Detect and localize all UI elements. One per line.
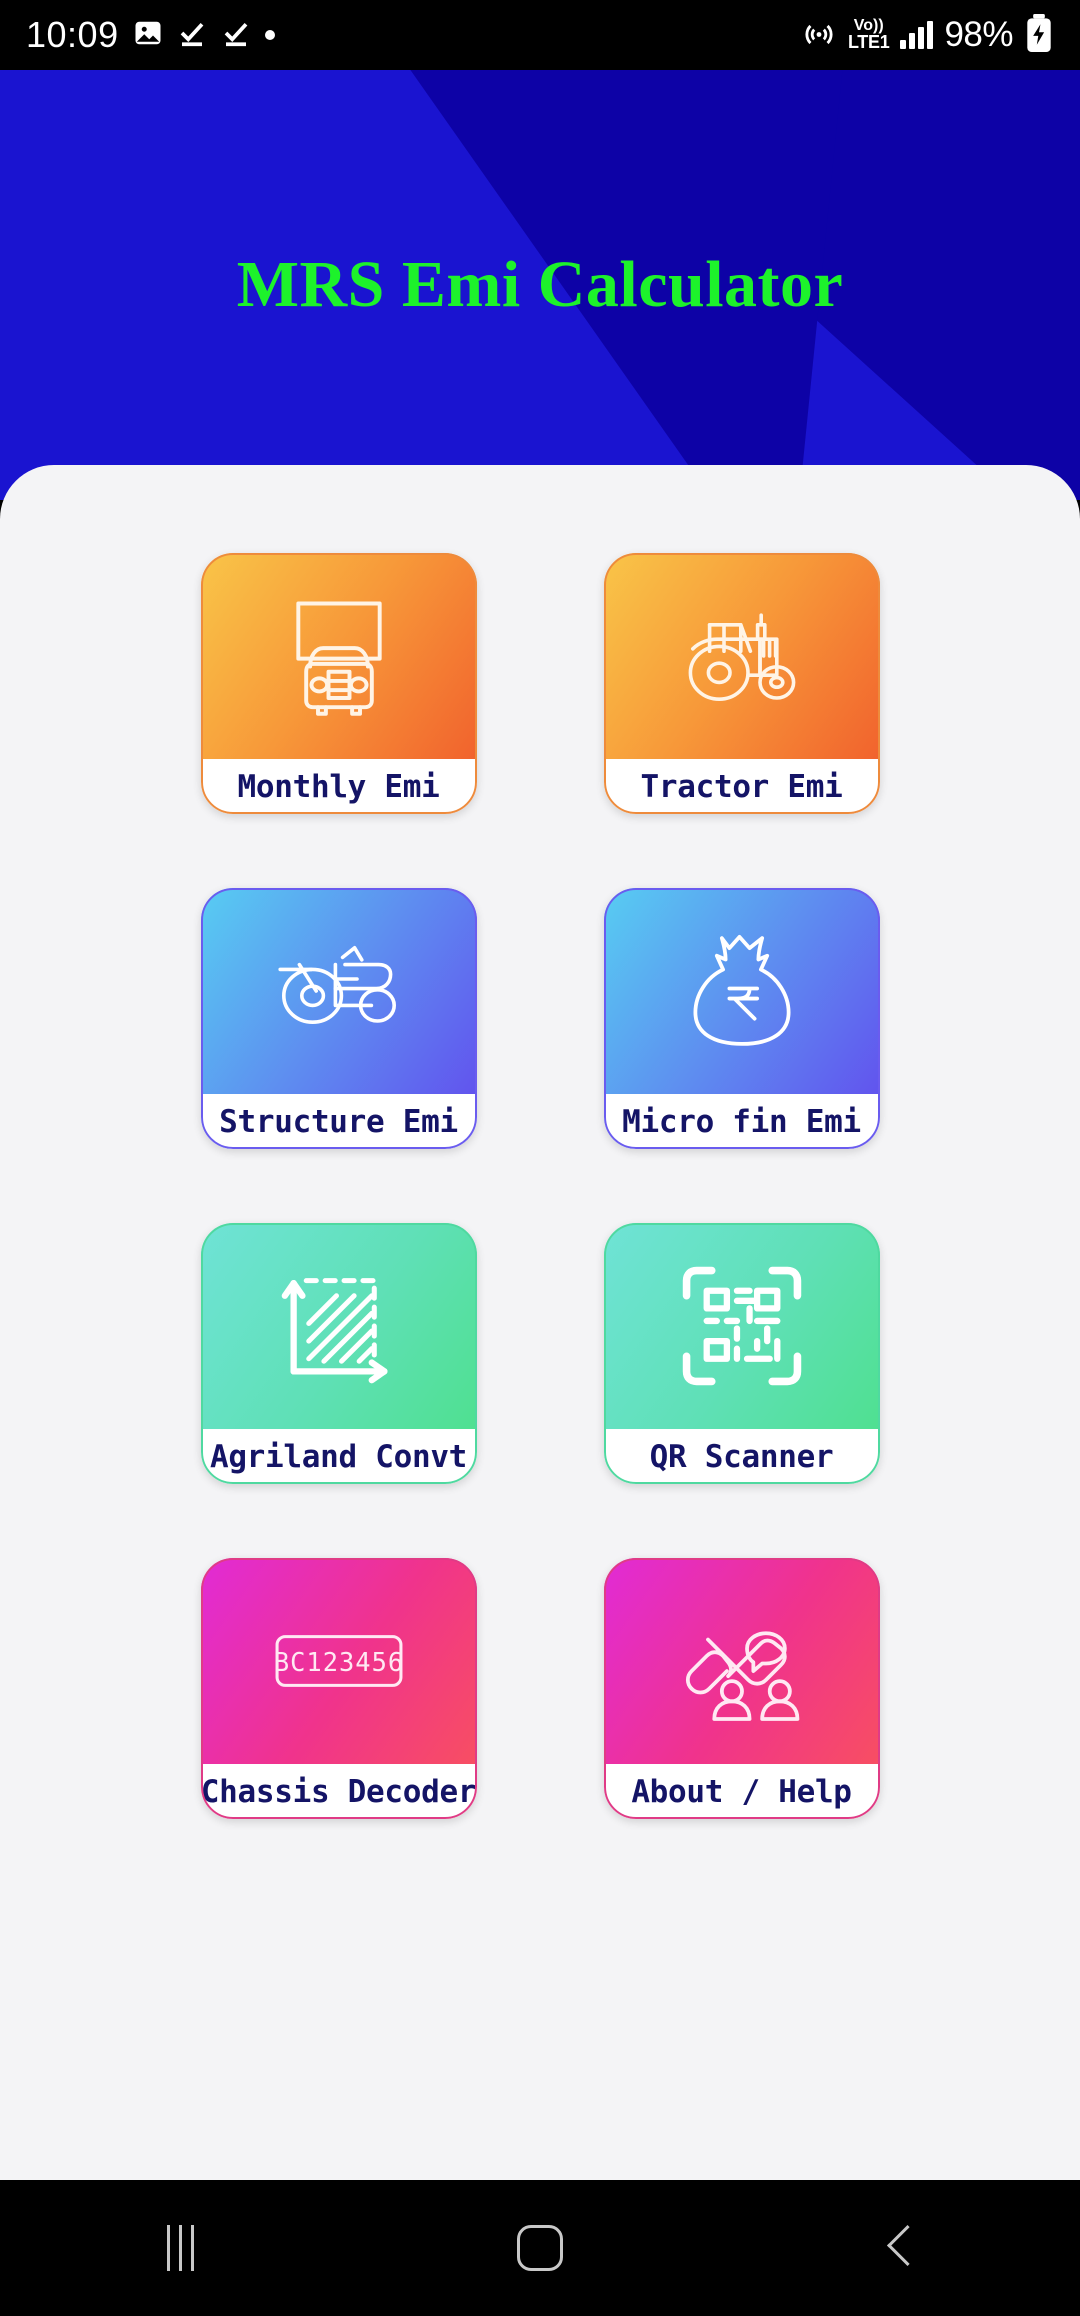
page-title: MRS Emi Calculator xyxy=(236,248,844,321)
status-bar-clock: 10:09 xyxy=(26,14,119,55)
recents-button[interactable] xyxy=(0,2180,360,2316)
status-bar-right: Vo)) LTE1 98% xyxy=(801,13,1054,57)
battery-charging-icon xyxy=(1024,13,1054,57)
tile-chassis-decoder[interactable]: ABC1234567 Chassis Decoder xyxy=(200,1558,477,1819)
back-chevron-icon xyxy=(887,2225,913,2271)
home-button[interactable] xyxy=(360,2180,720,2316)
battery-percent-label: 98% xyxy=(944,15,1013,54)
area-axes-icon xyxy=(201,1223,477,1429)
status-bar-left: 10:09 xyxy=(26,14,275,56)
tile-label: Chassis Decoder xyxy=(200,1764,477,1819)
task-complete-icon xyxy=(177,18,207,53)
home-icon xyxy=(517,2225,563,2271)
tile-label: Micro fin Emi xyxy=(603,1094,880,1149)
tile-label: Structure Emi xyxy=(200,1094,477,1149)
tile-about-help[interactable]: About / Help xyxy=(603,1558,880,1819)
support-call-icon xyxy=(604,1558,880,1764)
tile-label: About / Help xyxy=(603,1764,880,1819)
tile-qr-scanner[interactable]: QR Scanner xyxy=(603,1223,880,1484)
tile-label: QR Scanner xyxy=(603,1429,880,1484)
image-icon xyxy=(133,18,163,53)
tile-agriland-convt[interactable]: Agriland Convt xyxy=(200,1223,477,1484)
hotspot-icon xyxy=(801,15,837,56)
task-complete-icon xyxy=(221,18,251,53)
back-button[interactable] xyxy=(720,2180,1080,2316)
feature-grid: Monthly Emi Tractor Emi Structure Emi Mi… xyxy=(0,553,1080,1819)
tile-monthly-emi[interactable]: Monthly Emi xyxy=(200,553,477,814)
tile-tractor-emi[interactable]: Tractor Emi xyxy=(603,553,880,814)
license-plate-icon: ABC1234567 xyxy=(201,1558,477,1764)
dot-icon xyxy=(264,30,275,40)
tractor-rear-icon xyxy=(201,888,477,1094)
tractor-side-icon xyxy=(604,553,880,759)
tile-label: Monthly Emi xyxy=(200,759,477,814)
app-header: MRS Emi Calculator xyxy=(0,70,1080,500)
recents-icon xyxy=(166,2225,194,2271)
content-card: Monthly Emi Tractor Emi Structure Emi Mi… xyxy=(0,465,1080,2180)
status-bar: 10:09 Vo)) LTE1 98% xyxy=(0,0,1080,70)
app-screen: 10:09 Vo)) LTE1 98% MRS Emi Calculator M… xyxy=(0,0,1080,2316)
tile-micro-fin-emi[interactable]: Micro fin Emi xyxy=(603,888,880,1149)
tile-label: Tractor Emi xyxy=(603,759,880,814)
android-nav-bar xyxy=(0,2180,1080,2316)
plate-text: ABC1234567 xyxy=(273,1647,405,1677)
tile-label: Agriland Convt xyxy=(200,1429,477,1484)
qr-code-icon xyxy=(604,1223,880,1429)
signal-bars-icon xyxy=(900,21,934,49)
tile-structure-emi[interactable]: Structure Emi xyxy=(200,888,477,1149)
volte-icon: Vo)) LTE1 xyxy=(847,17,890,53)
money-bag-rupee-icon xyxy=(604,888,880,1094)
truck-icon xyxy=(201,553,477,759)
